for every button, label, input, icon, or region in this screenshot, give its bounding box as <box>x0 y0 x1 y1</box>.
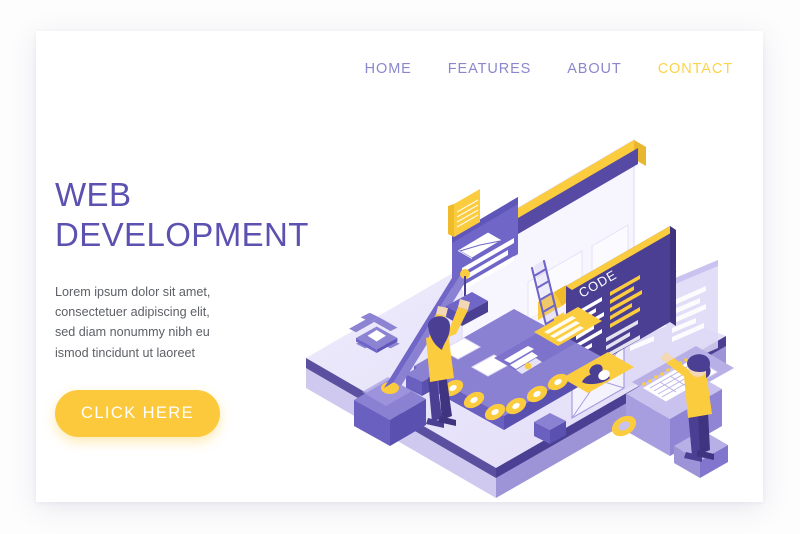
nav-link-features[interactable]: FEATURES <box>448 61 531 77</box>
nav-link-home[interactable]: HOME <box>365 61 412 77</box>
main-navigation: HOME FEATURES ABOUT CONTACT <box>365 61 733 77</box>
hero-illustration: CODE <box>266 126 766 516</box>
nav-link-contact[interactable]: CONTACT <box>658 61 733 77</box>
nav-link-about[interactable]: ABOUT <box>567 61 621 77</box>
page-root: HOME FEATURES ABOUT CONTACT WEB DEVELOPM… <box>0 0 800 534</box>
landing-page-card: HOME FEATURES ABOUT CONTACT WEB DEVELOPM… <box>36 31 763 502</box>
click-here-button[interactable]: CLICK HERE <box>55 390 221 438</box>
